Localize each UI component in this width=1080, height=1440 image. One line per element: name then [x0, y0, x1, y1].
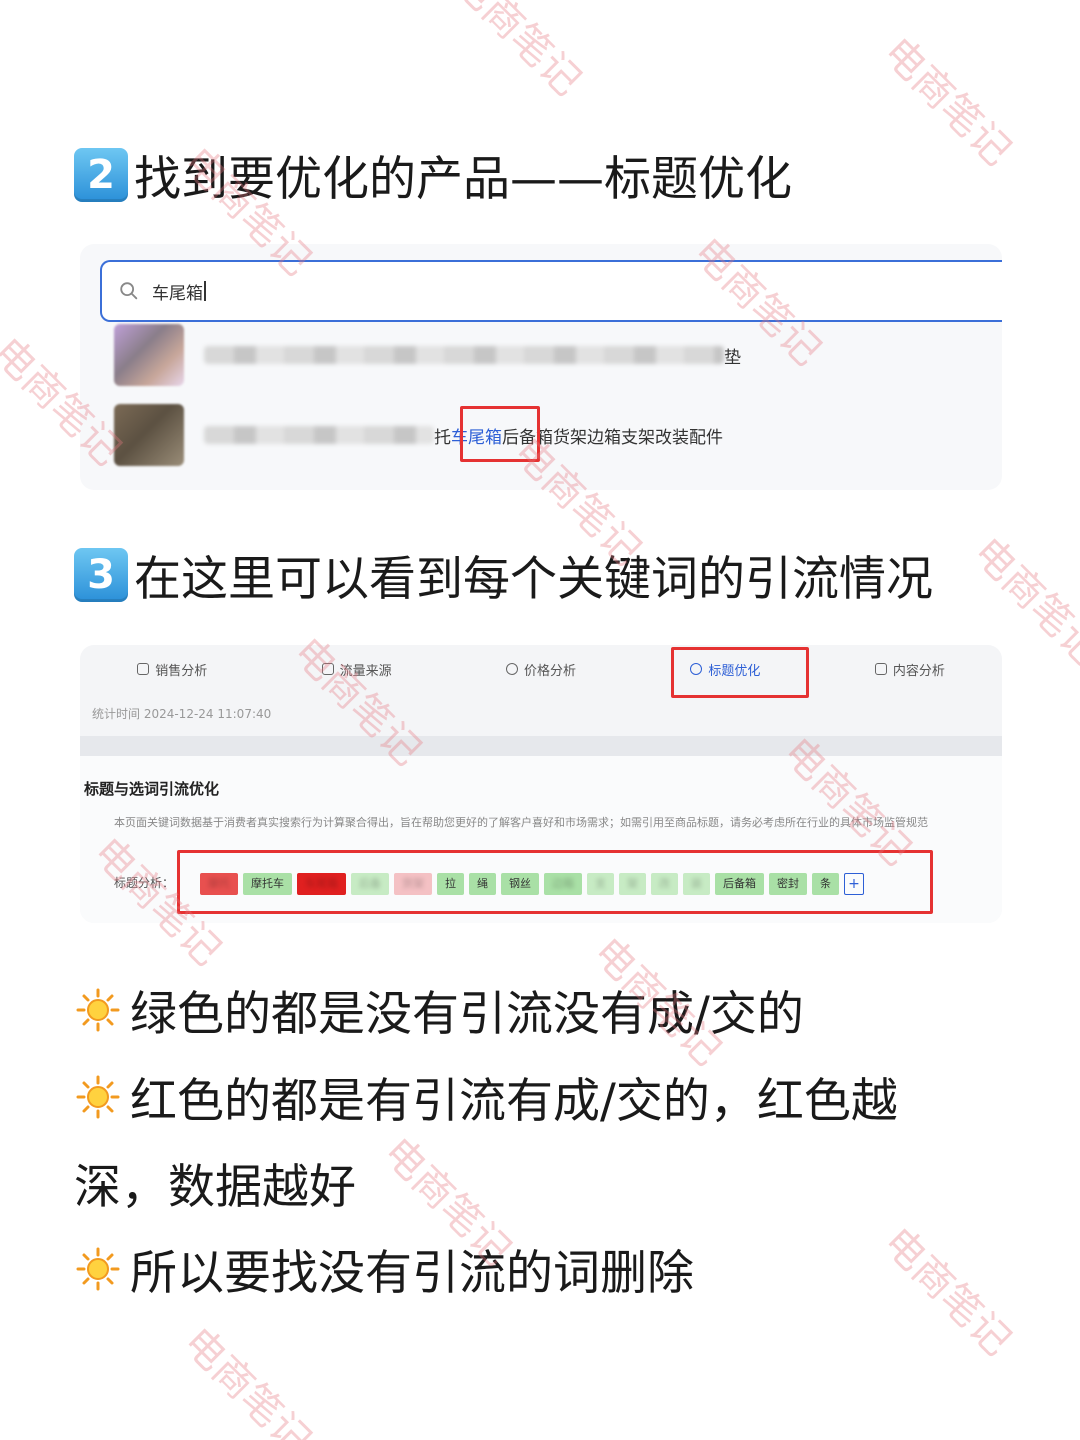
bullet-text: 所以要找没有引流的词删除	[130, 1246, 694, 1301]
blurred-title	[204, 346, 724, 364]
step2-text: 找到要优化的产品——标题优化	[134, 152, 792, 207]
watermark: 电商笔记	[874, 1218, 1021, 1365]
watermark: 电商笔记	[874, 28, 1021, 175]
tab-traffic-source[interactable]: 流量来源	[264, 645, 448, 693]
annotation-box	[177, 850, 933, 914]
watermark: 电商笔记	[174, 1318, 321, 1440]
bullet-text: 绿色的都是没有引流没有成/交的	[130, 987, 804, 1042]
sun-icon	[76, 1075, 120, 1118]
keyword-label: 标题分析：	[114, 876, 175, 890]
bullet-text: 红色的都是有引流有成/交的，红色越	[130, 1074, 898, 1129]
analysis-panel: 销售分析 流量来源 价格分析 标题优化 内容分析 统计时间 2024-12-24…	[80, 645, 1002, 923]
section-title: 标题与选词引流优化	[84, 780, 220, 798]
keycap-three-icon: 3	[74, 547, 128, 602]
tab-price-analysis[interactable]: 价格分析	[449, 645, 633, 693]
result-title-suffix: 垫	[724, 347, 741, 368]
step2-heading: 2 找到要优化的产品——标题优化	[74, 140, 792, 209]
price-icon	[506, 663, 518, 675]
step3-heading: 3 在这里可以看到每个关键词的引流情况	[74, 540, 933, 609]
bullet-red-continued: 深，数据越好	[74, 1160, 356, 1215]
annotation-box	[460, 406, 540, 462]
step3-text: 在这里可以看到每个关键词的引流情况	[134, 552, 933, 607]
product-thumbnail	[114, 324, 184, 386]
watermark: 电商笔记	[444, 0, 591, 105]
document-icon	[874, 663, 887, 675]
search-query: 车尾箱	[152, 283, 203, 304]
sun-icon	[76, 1247, 120, 1290]
product-thumbnail	[114, 404, 184, 466]
blurred-title	[204, 426, 434, 444]
bullet-green: 绿色的都是没有引流没有成/交的	[74, 975, 804, 1044]
bullet-delete: 所以要找没有引流的词删除	[74, 1234, 694, 1303]
annotation-box	[671, 647, 809, 698]
stat-time: 统计时间 2024-12-24 11:07:40	[92, 707, 272, 721]
home-icon	[137, 663, 150, 675]
search-panel: 车尾箱 垫 托车尾箱后备箱货架边箱支架改装配件	[80, 244, 1002, 490]
search-input[interactable]: 车尾箱	[100, 260, 1002, 322]
text-caret	[204, 281, 206, 301]
divider	[80, 736, 1002, 756]
search-icon	[120, 282, 138, 300]
search-result-1[interactable]: 垫	[114, 324, 741, 386]
section-description: 本页面关键词数据基于消费者真实搜索行为计算聚合得出，旨在帮助您更好的了解客户喜好…	[114, 816, 928, 829]
sun-icon	[76, 988, 120, 1031]
keycap-two-icon: 2	[74, 147, 128, 202]
title-optimization-card: 标题与选词引流优化 本页面关键词数据基于消费者真实搜索行为计算聚合得出，旨在帮助…	[80, 756, 1002, 923]
analysis-tabs: 销售分析 流量来源 价格分析 标题优化 内容分析	[80, 645, 1002, 693]
bullet-red: 红色的都是有引流有成/交的，红色越	[74, 1062, 898, 1131]
chart-icon	[321, 663, 334, 675]
tab-content-analysis[interactable]: 内容分析	[818, 645, 1002, 693]
tab-sales-analysis[interactable]: 销售分析	[80, 645, 264, 693]
search-result-2[interactable]: 托车尾箱后备箱货架边箱支架改装配件	[114, 404, 723, 466]
